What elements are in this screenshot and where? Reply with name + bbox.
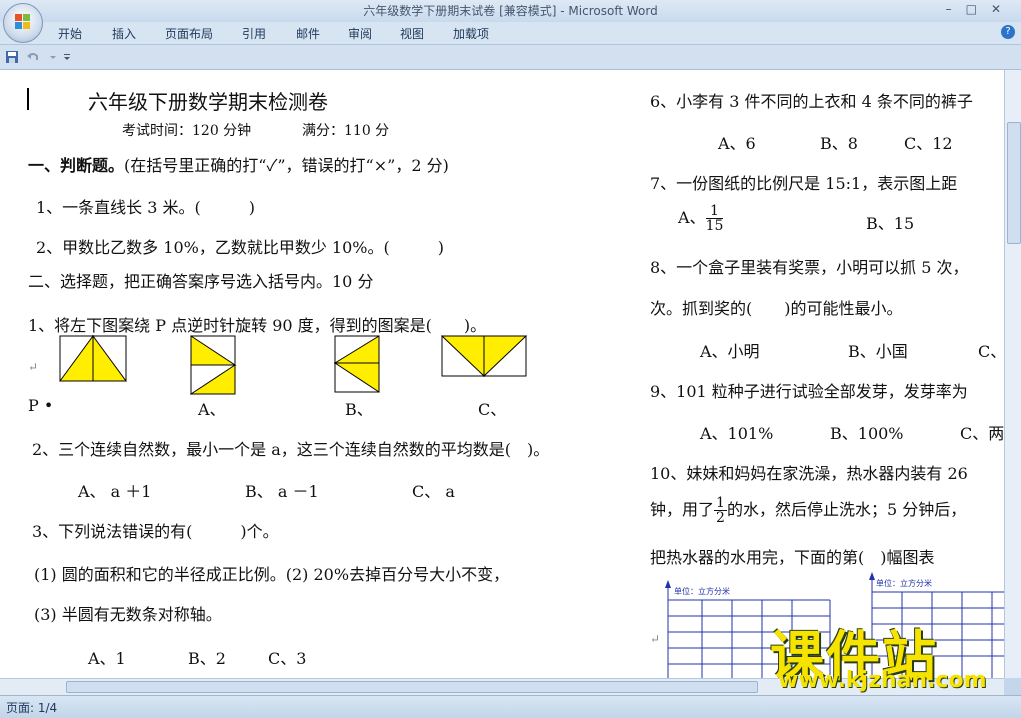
tab-addins[interactable]: 加载项: [453, 25, 489, 42]
tab-insert[interactable]: 插入: [112, 25, 136, 42]
right-q6-b: B、8: [820, 134, 858, 153]
right-q6-a: A、6: [718, 134, 756, 153]
close-icon[interactable]: ✕: [991, 2, 1015, 16]
choice-q3: 3、下列说法错误的有( )个。: [32, 522, 279, 541]
right-q8-b: B、小国: [848, 342, 908, 361]
fraction-denominator: 15: [705, 218, 724, 234]
p-point: •: [43, 396, 54, 415]
section-1-head: 判断题。: [60, 156, 125, 175]
right-q9-a: A、101%: [700, 424, 774, 443]
watermark-url: www.kjzhan.com: [778, 668, 987, 693]
right-q10-cont: 钟，用了 1 2 的水，然后停止洗水；5 分钟后，: [650, 496, 966, 525]
right-q8-a: A、小明: [700, 342, 760, 361]
section-1-num: 一、: [28, 156, 61, 175]
choice-q2-a: A、 a ＋1: [78, 482, 152, 501]
right-q7-a: A、 1 15: [678, 204, 724, 234]
right-q6-c: C、12: [904, 134, 953, 153]
office-button[interactable]: [3, 3, 43, 43]
label-option-b: B、: [345, 400, 373, 419]
doc-title: 六年级下册数学期末检测卷: [88, 90, 328, 114]
tab-review[interactable]: 审阅: [348, 25, 372, 42]
help-icon[interactable]: ?: [1001, 25, 1015, 39]
right-q9: 9、101 粒种子进行试验全部发芽，发芽率为: [650, 382, 968, 401]
title-bar: 六年级数学下册期末试卷 [兼容模式] - Microsoft Word –□✕: [0, 0, 1021, 22]
tab-mailings[interactable]: 邮件: [296, 25, 320, 42]
judge-q1: 1、一条直线长 3 米。( ): [36, 198, 256, 217]
vertical-scroll-thumb[interactable]: [1007, 122, 1021, 244]
restore-icon[interactable]: □: [966, 2, 991, 16]
pattern-original: [59, 335, 127, 382]
horizontal-scroll-thumb[interactable]: [66, 681, 758, 693]
ribbon-tabs: 开始 插入 页面布局 引用 邮件 审阅 视图 加载项 ?: [0, 22, 1021, 45]
right-q9-b: B、100%: [830, 424, 904, 443]
right-q10-pre: 钟，用了: [650, 500, 715, 519]
fraction-1-15: 1 15: [705, 204, 724, 234]
graph-2-unit: 单位：立方分米: [876, 579, 932, 588]
watermark-logo: 课件站 www.kjzhan.com: [770, 612, 1010, 696]
fraction-1-2: 12: [714, 496, 727, 525]
choice-q3-a: A、1: [88, 649, 126, 668]
right-q10-cont2: 把热水器的水用完，下面的第( )幅图表: [650, 548, 935, 567]
label-p: P •: [28, 396, 53, 415]
undo-icon[interactable]: [26, 50, 40, 64]
paragraph-mark: ↵: [650, 632, 661, 646]
right-q7-a-label: A、: [678, 208, 706, 227]
choice-q3-c: C、3: [268, 649, 307, 668]
right-q8-cont: 次。抓到奖的( )的可能性最小。: [650, 299, 903, 318]
fraction-numerator: 1: [714, 495, 727, 511]
exam-time: 考试时间：120 分钟: [122, 123, 252, 139]
tab-view[interactable]: 视图: [400, 25, 424, 42]
paragraph-mark: ↵: [28, 360, 39, 374]
pattern-option-b: [334, 335, 380, 393]
right-q8-c: C、: [978, 342, 1004, 361]
section-2-heading: 二、选择题，把正确答案序号选入括号内。10 分: [28, 272, 374, 291]
label-option-c: C、: [478, 400, 507, 419]
section-1-heading: 一、判断题。(在括号里正确的打“✓”，错误的打“×”，2 分): [28, 152, 449, 176]
graph-1-unit: 单位：立方分米: [674, 587, 730, 596]
choice-q2-c: C、 a: [412, 482, 455, 501]
label-option-a: A、: [198, 400, 226, 419]
tab-page-layout[interactable]: 页面布局: [165, 25, 213, 42]
right-q9-c: C、两: [960, 424, 1004, 443]
document-area[interactable]: 六年级下册数学期末检测卷 考试时间：120 分钟 满分：110 分 一、判断题。…: [0, 70, 1004, 678]
choice-q3-s1: (1) 圆的面积和它的半径成正比例。(2) 20%去掉百分号大小不变，: [34, 565, 510, 584]
choice-q2: 2、三个连续自然数，最小一个是 a，这三个连续自然数的平均数是( )。: [32, 440, 550, 459]
choice-q3-b: B、2: [188, 649, 226, 668]
save-icon[interactable]: [5, 50, 19, 64]
text-cursor: [27, 88, 29, 110]
customize-toolbar-icon[interactable]: [60, 50, 74, 64]
choice-q3-s2: (3) 半圆有无数条对称轴。: [34, 605, 222, 624]
page-indicator[interactable]: 页面: 1/4: [6, 699, 57, 716]
pattern-option-c: [441, 335, 528, 378]
tab-references[interactable]: 引用: [242, 25, 266, 42]
status-bar: 页面: 1/4: [0, 695, 1021, 718]
judge-q2: 2、甲数比乙数多 10%，乙数就比甲数少 10%。( ): [36, 238, 444, 257]
pattern-option-a: [190, 335, 237, 395]
right-q8: 8、一个盒子里装有奖票，小明可以抓 5 次，: [650, 258, 969, 277]
fraction-denominator: 2: [716, 510, 725, 526]
choice-q1: 1、将左下图案绕 P 点逆时针旋转 90 度，得到的图案是( )。: [28, 316, 487, 335]
tab-home[interactable]: 开始: [58, 25, 82, 42]
right-q7: 7、一份图纸的比例尺是 15:1，表示图上距: [650, 174, 958, 193]
undo-dropdown-icon[interactable]: [46, 50, 60, 64]
office-logo-icon: [15, 14, 31, 30]
label-p-text: P: [28, 396, 39, 415]
exam-score: 满分：110 分: [302, 123, 390, 139]
fraction-numerator: 1: [705, 204, 724, 219]
right-q10-post: 的水，然后停止洗水；5 分钟后，: [726, 500, 967, 519]
choice-q2-b: B、 a －1: [245, 482, 319, 501]
window-controls[interactable]: –□✕: [946, 2, 1015, 16]
section-1-instruction: (在括号里正确的打“✓”，错误的打“×”，2 分): [124, 156, 449, 175]
right-q6: 6、小李有 3 件不同的上衣和 4 条不同的裤子: [650, 92, 973, 111]
right-q10: 10、妹妹和妈妈在家洗澡，热水器内装有 26: [650, 464, 968, 483]
vertical-scrollbar[interactable]: [1004, 70, 1021, 678]
minimize-icon[interactable]: –: [946, 2, 966, 16]
quick-access-toolbar: [0, 45, 1021, 70]
right-q7-b: B、15: [866, 214, 915, 233]
window-title: 六年级数学下册期末试卷 [兼容模式] - Microsoft Word: [363, 4, 658, 18]
